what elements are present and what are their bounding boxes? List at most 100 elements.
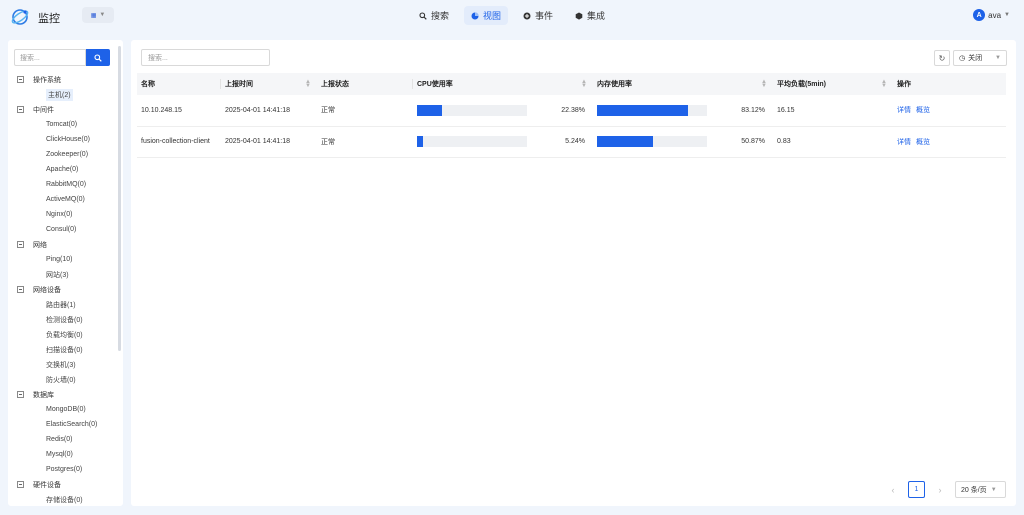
tree-item[interactable]: 路由器(1)	[8, 297, 118, 312]
overview-link[interactable]: 概览	[916, 139, 930, 146]
tree-item[interactable]: 存储设备(0)	[8, 492, 118, 506]
tree-item-label: Mysql(0)	[46, 451, 73, 458]
tree-item-label: ClickHouse(0)	[46, 136, 90, 143]
tree-item[interactable]: Nginx(0)	[8, 207, 118, 222]
tree-group[interactable]: 操作系统	[8, 72, 118, 87]
tree-item[interactable]: 扫描设备(0)	[8, 342, 118, 357]
tree-item-label: Ping(10)	[46, 256, 73, 263]
tree-item-label: ElasticSearch(0)	[46, 421, 98, 428]
tree-group-label: 中间件	[33, 106, 54, 114]
tree-item[interactable]: 防火墙(0)	[8, 372, 118, 387]
sidebar-search-button[interactable]	[86, 49, 110, 66]
tree-item[interactable]: 主机(2)	[8, 87, 118, 102]
collapse-icon[interactable]	[17, 286, 24, 293]
tree-item[interactable]: Zookeeper(0)	[8, 147, 118, 162]
tree-item[interactable]: Consul(0)	[8, 222, 118, 237]
tree-group[interactable]: 中间件	[8, 102, 118, 117]
collapse-icon[interactable]	[17, 241, 24, 248]
report-status: 正常	[317, 126, 413, 158]
pie-icon	[471, 12, 479, 19]
nav-search[interactable]: 搜索	[412, 6, 456, 25]
tree-group[interactable]: 数据库	[8, 387, 118, 402]
report-time: 2025-04-01 14:41:18	[221, 126, 317, 158]
sidebar-search-input[interactable]: 搜索...	[14, 49, 86, 66]
auto-refresh-value: 关闭	[968, 55, 983, 62]
column-header-load[interactable]: 平均负载(5min) ▲ ▼	[773, 73, 893, 95]
detail-link[interactable]: 详情	[897, 139, 911, 146]
tree-item[interactable]: Tomcat(0)	[8, 117, 118, 132]
tree-item[interactable]: ActiveMQ(0)	[8, 192, 118, 207]
page-size-value: 20 条/页	[961, 486, 987, 494]
tree-item-label: 存储设备(0)	[46, 496, 83, 504]
app-switcher[interactable]: ▦ ▼	[82, 7, 114, 23]
tree-item[interactable]: 负载均衡(0)	[8, 327, 118, 342]
tree-item[interactable]: Ping(10)	[8, 252, 118, 267]
tree-item-label: MongoDB(0)	[46, 406, 86, 413]
memory-bar-fill	[597, 104, 689, 116]
column-header-memory[interactable]: 内存使用率 ▲ ▼	[593, 73, 773, 95]
sort-icon: ▲ ▼	[881, 79, 887, 89]
memory-bar	[597, 136, 707, 147]
column-header-status[interactable]: 上报状态	[317, 73, 413, 95]
user-name: ava	[988, 10, 1002, 20]
collapse-icon[interactable]	[17, 76, 24, 83]
column-header-cpu[interactable]: CPU使用率 ▲ ▼	[413, 73, 593, 95]
cpu-bar-fill	[417, 104, 442, 116]
nav-view[interactable]: 视图	[464, 6, 509, 25]
auto-refresh-select[interactable]: ◷ 关闭 ▼	[953, 50, 1007, 66]
page-size-select[interactable]: 20 条/页 ▼	[955, 481, 1006, 498]
tree-item-label: 交换机(3)	[46, 361, 76, 369]
tree-group[interactable]: 网络	[8, 237, 118, 252]
page-number-button[interactable]: 1	[908, 481, 925, 498]
tree-group[interactable]: 网络设备	[8, 282, 118, 297]
column-header-name[interactable]: 名称	[137, 73, 221, 95]
tree-item[interactable]: Redis(0)	[8, 432, 118, 447]
tree-group-label: 网络设备	[33, 286, 61, 294]
tree-item-label: Tomcat(0)	[46, 121, 78, 128]
tree-item-label: 检测设备(0)	[46, 316, 83, 324]
table-row[interactable]: fusion-collection-client 2025-04-01 14:41…	[137, 126, 1006, 158]
nav-integrations[interactable]: 集成	[568, 6, 612, 25]
sort-icon: ▲ ▼	[305, 79, 311, 89]
next-page-button[interactable]: ›	[933, 485, 947, 495]
table-header-row: 名称 上报时间 ▲ ▼ 上报状态 CPU使用率 ▲ ▼ 内存使用率 ▲ ▼ 平均负载(5mi…	[137, 73, 1006, 95]
chevron-down-icon: ▼	[99, 12, 106, 18]
tree-group[interactable]: 硬件设备	[8, 477, 118, 492]
tree-item[interactable]: 网站(3)	[8, 267, 118, 282]
tree-item[interactable]: ClickHouse(0)	[8, 132, 118, 147]
timer-icon: ◷	[959, 55, 966, 62]
tree-item[interactable]: Mysql(0)	[8, 447, 118, 462]
cpu-value: 5.24%	[565, 138, 585, 145]
cpu-value: 22.38%	[561, 106, 585, 114]
nav-events[interactable]: 事件	[516, 6, 560, 25]
tree-item[interactable]: 交换机(3)	[8, 357, 118, 372]
collapse-icon[interactable]	[17, 391, 24, 398]
main-search-input[interactable]: 搜索...	[141, 49, 270, 66]
tree-item-label: Consul(0)	[46, 226, 77, 233]
tree-item[interactable]: RabbitMQ(0)	[8, 177, 118, 192]
tree-item[interactable]: 检测设备(0)	[8, 312, 118, 327]
memory-bar	[597, 104, 707, 116]
tree-item[interactable]: Postgres(0)	[8, 462, 118, 477]
host-name: fusion-collection-client	[137, 126, 221, 158]
tree-group-label: 硬件设备	[33, 481, 61, 489]
refresh-button[interactable]: ↻	[934, 50, 950, 66]
collapse-icon[interactable]	[17, 481, 24, 488]
detail-link[interactable]: 详情	[897, 107, 911, 114]
column-header-time[interactable]: 上报时间 ▲ ▼	[221, 73, 317, 95]
column-header-actions: 操作	[893, 73, 1006, 95]
tree-item[interactable]: ElasticSearch(0)	[8, 417, 118, 432]
collapse-icon[interactable]	[17, 106, 24, 113]
tree-item[interactable]: Apache(0)	[8, 162, 118, 177]
tree-item-label: Zookeeper(0)	[46, 151, 89, 158]
chevron-down-icon: ▼	[995, 55, 1001, 61]
table-row[interactable]: 10.10.248.15 2025-04-01 14:41:18 正常 22.38% 8…	[137, 95, 1006, 127]
prev-page-button[interactable]: ‹	[886, 485, 900, 495]
cube-icon	[575, 12, 583, 20]
category-tree: 操作系统 主机(2) 中间件 Tomcat(0) ClickHouse(0) Zookee…	[8, 72, 118, 506]
overview-link[interactable]: 概览	[916, 107, 930, 114]
tree-item[interactable]: MongoDB(0)	[8, 402, 118, 417]
user-menu[interactable]: A ava ▼	[973, 9, 1010, 21]
tree-item-label: 扫描设备(0)	[46, 346, 83, 354]
sidebar-scrollbar[interactable]	[118, 46, 121, 351]
